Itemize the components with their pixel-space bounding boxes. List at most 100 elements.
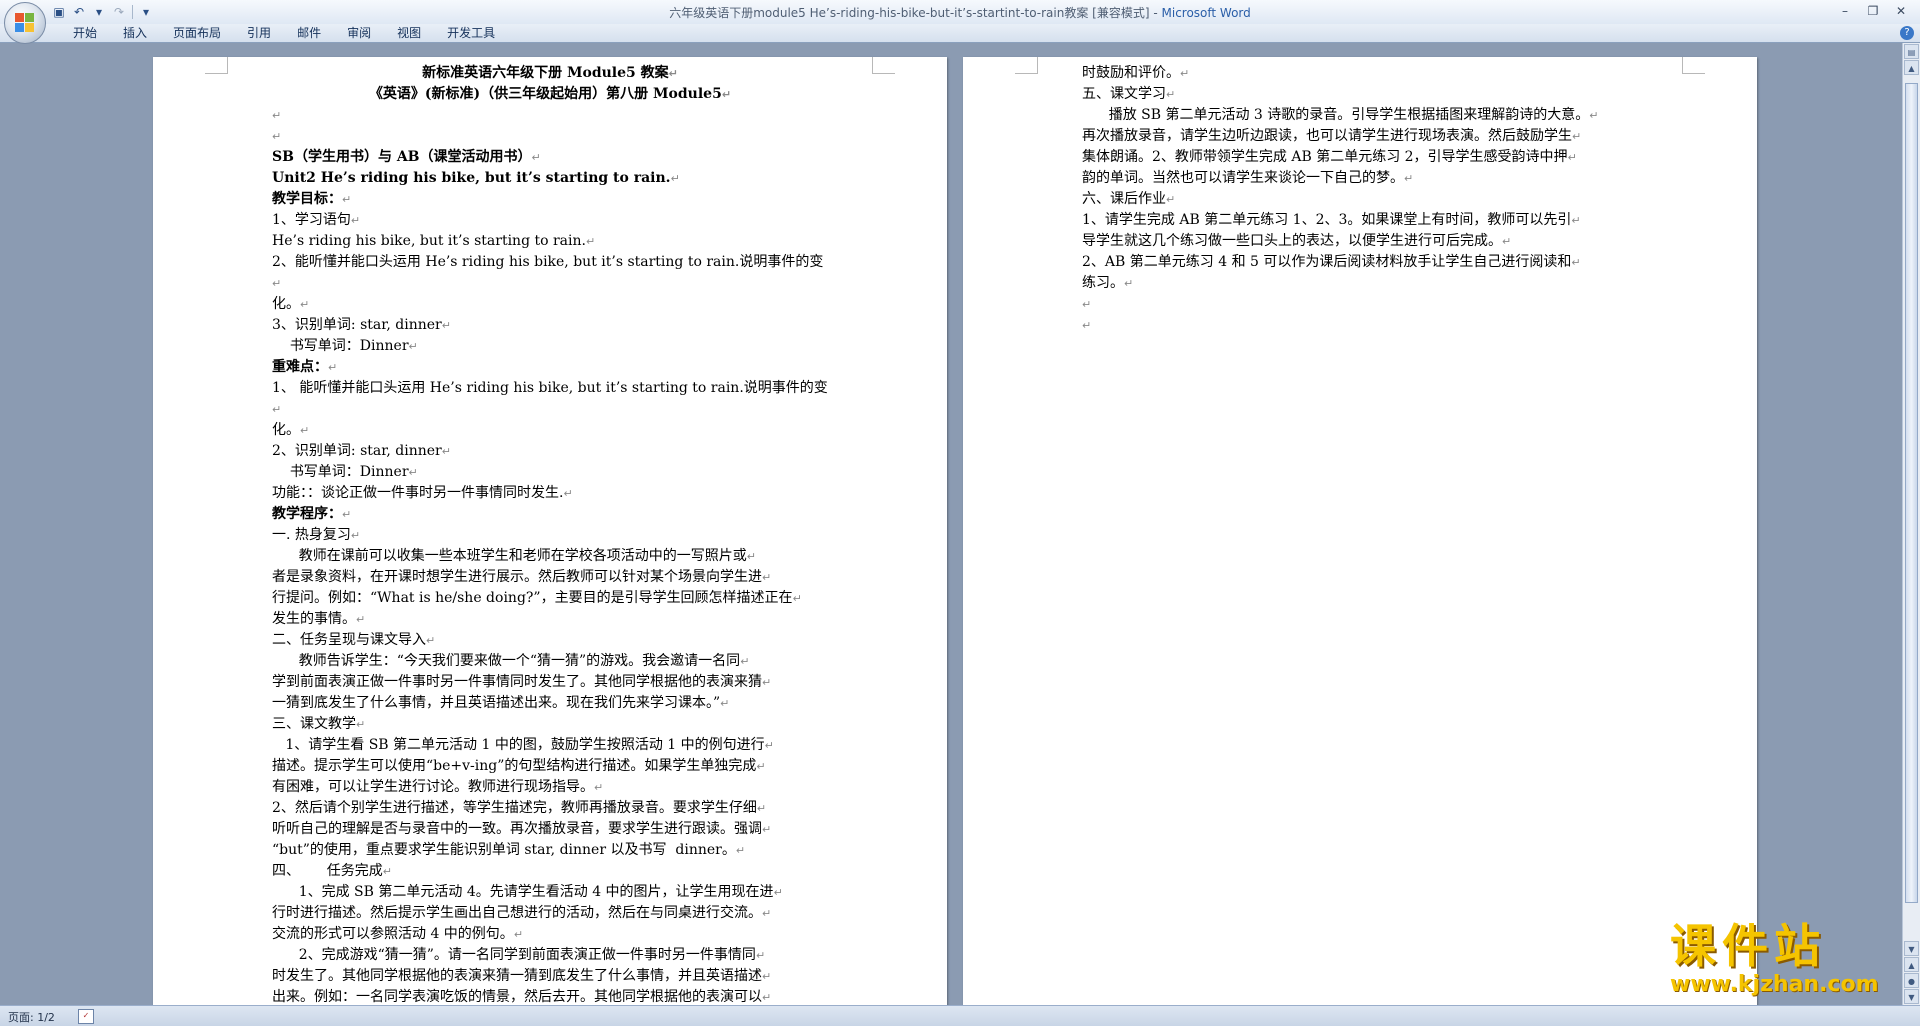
doc-line-text: 发生的事情。: [272, 611, 356, 627]
crop-mark: [872, 57, 895, 74]
doc-line-text: 功能：：谈论正做一件事时另一件事情同时发生.: [272, 485, 564, 501]
doc-paragraph: ↵: [272, 105, 828, 126]
page-2-body: 时鼓励和评价。↵ 五、课文学习↵ 播放 SB 第二单元活动 3 诗歌的录音。引导学…: [1082, 63, 1638, 336]
ribbon-tab[interactable]: 页面布局: [160, 26, 234, 40]
doc-title-line-2: 《英语》(新标准)（供三年级起始用）第八册 Module5: [368, 86, 722, 102]
doc-line-text: 2、识别单词: star, dinner: [272, 443, 442, 459]
doc-paragraph: 六、课后作业↵: [1082, 189, 1638, 210]
paragraph-mark: ↵: [342, 193, 352, 206]
page-2[interactable]: 时鼓励和评价。↵ 五、课文学习↵ 播放 SB 第二单元活动 3 诗歌的录音。引导学…: [963, 57, 1757, 1005]
doc-paragraph: 书写单词：Dinner↵: [272, 462, 828, 483]
status-bar: 页面: 1/2 ✓: [0, 1005, 1920, 1026]
doc-line-text: 导学生就这几个练习做一些口头上的表达，以便学生进行可后完成。: [1082, 233, 1502, 249]
paragraph-mark: ↵: [762, 676, 772, 689]
doc-line-text: 韵的单词。当然也可以请学生来谈论一下自己的梦。: [1082, 170, 1404, 186]
select-browse-object-icon[interactable]: ●: [1904, 973, 1919, 988]
paragraph-mark: ↵: [670, 172, 680, 185]
doc-paragraph: 播放 SB 第二单元活动 3 诗歌的录音。引导学生根据插图来理解韵诗的大意。↵: [1082, 105, 1638, 126]
scroll-up-icon[interactable]: ▲: [1904, 60, 1919, 75]
doc-line-text: 者是录象资料，在开课时想学生进行展示。然后教师可以针对某个场景向学生进: [272, 569, 762, 585]
doc-paragraph: 一. 热身复习↵: [272, 525, 828, 546]
doc-paragraph: 教师在课前可以收集一些本班学生和老师在学校各项活动中的一写照片或↵: [272, 546, 828, 567]
help-icon[interactable]: ?: [1900, 26, 1914, 40]
doc-line-text: 有困难，可以让学生进行讨论。教师进行现场指导。: [272, 779, 594, 795]
paragraph-mark: ↵: [792, 592, 802, 605]
doc-line-text: 描述。提示学生可以使用“be+v-ing”的句型结构进行描述。如果学生单独完成: [272, 758, 757, 774]
doc-line-text: 行提问。例如：“What is he/she doing?”，主要目的是引导学生…: [272, 590, 793, 606]
minimize-icon[interactable]: –: [1832, 2, 1858, 20]
doc-paragraph: SB（学生用书）与 AB（课堂活动用书）↵: [272, 147, 828, 168]
paragraph-mark: ↵: [272, 109, 282, 122]
crop-mark: [1682, 57, 1705, 74]
document-area[interactable]: 新标准英语六年级下册 Module5 教案↵ 《英语》(新标准)（供三年级起始用…: [0, 43, 1903, 1005]
page-1[interactable]: 新标准英语六年级下册 Module5 教案↵ 《英语》(新标准)（供三年级起始用…: [153, 57, 947, 1005]
ribbon-tab[interactable]: 开发工具: [434, 26, 508, 40]
watermark-logo-text: 课件站: [1670, 919, 1826, 973]
doc-line-text: 教师告诉学生：“今天我们要来做一个“猜一猜”的游戏。我会邀请一名同: [272, 653, 741, 669]
doc-line-text: SB（学生用书）与 AB（课堂活动用书）: [272, 149, 532, 165]
doc-paragraph: 1、学习语句↵: [272, 210, 828, 231]
paragraph-mark: ↵: [756, 802, 767, 815]
doc-paragraph: 发生的事情。↵: [272, 609, 828, 630]
paragraph-mark: ↵: [408, 340, 418, 353]
paragraph-mark: ↵: [746, 550, 756, 563]
scroll-down-icon[interactable]: ▼: [1904, 941, 1919, 956]
doc-paragraph: 2、AB 第二单元练习 4 和 5 可以作为课后阅读材料放手让学生自己进行阅读和…: [1082, 252, 1638, 273]
close-icon[interactable]: ✕: [1888, 2, 1914, 20]
next-page-icon[interactable]: ▼: [1904, 989, 1919, 1004]
doc-paragraph: 功能：：谈论正做一件事时另一件事情同时发生.↵: [272, 483, 828, 504]
paragraph-mark: ↵: [1166, 88, 1176, 101]
doc-paragraph: 一猜到底发生了什么事情，并且英语描述出来。现在我们先来学习课本。”↵: [272, 693, 828, 714]
proofing-icon[interactable]: ✓: [78, 1009, 94, 1024]
ribbon-tab[interactable]: 引用: [234, 26, 284, 40]
doc-line-text: 五、课文学习: [1082, 86, 1166, 102]
doc-paragraph: 导学生就这几个练习做一些口头上的表达，以便学生进行可后完成。↵: [1082, 231, 1638, 252]
paragraph-mark: ↵: [1571, 214, 1581, 227]
ruler-toggle-icon[interactable]: ▤: [1904, 44, 1919, 59]
ribbon-tab[interactable]: 开始: [60, 26, 110, 40]
paragraph-mark: ↵: [764, 739, 774, 752]
crop-mark: [205, 57, 228, 74]
doc-line-text: 六、课后作业: [1082, 191, 1166, 207]
ribbon-tab[interactable]: 插入: [110, 26, 160, 40]
paragraph-mark: ↵: [762, 970, 772, 983]
paragraph-mark: ↵: [756, 760, 766, 773]
doc-subtitle: 《英语》(新标准)（供三年级起始用）第八册 Module5↵: [272, 84, 828, 105]
paragraph-mark: ↵: [350, 214, 361, 227]
doc-line-text: 学到前面表演正做一件事时另一件事情同时发生了。其他同学根据他的表演来猜: [272, 674, 762, 690]
doc-paragraph: 练习。↵: [1082, 273, 1638, 294]
office-button[interactable]: [4, 2, 46, 44]
page-count[interactable]: 页面: 1/2: [8, 1009, 55, 1025]
doc-paragraph: 行提问。例如：“What is he/she doing?”，主要目的是引导学生…: [272, 588, 828, 609]
doc-line-text: 化。: [272, 422, 300, 438]
page-2-text: 时鼓励和评价。↵ 五、课文学习↵ 播放 SB 第二单元活动 3 诗歌的录音。引导学…: [1082, 63, 1638, 336]
app-name: Microsoft Word: [1161, 6, 1251, 20]
paragraph-mark: ↵: [382, 865, 392, 878]
doc-line-text: 播放 SB 第二单元活动 3 诗歌的录音。引导学生根据插图来理解韵诗的大意。: [1082, 107, 1590, 123]
restore-icon[interactable]: ❐: [1860, 2, 1886, 20]
doc-paragraph: 出来。例如：一名同学表演吃饭的情景，然后去开。其他同学根据他的表演可以↵: [272, 987, 828, 1005]
paragraph-mark: ↵: [350, 529, 361, 542]
ribbon-tab-bar: 开始 插入 页面布局 引用 邮件 审阅 视图 开发工具 ?: [0, 24, 1920, 43]
doc-line-text: 1、 能听懂并能口头运用 He’s riding his bike, but i…: [272, 380, 828, 396]
doc-paragraph: 学到前面表演正做一件事时另一件事情同时发生了。其他同学根据他的表演来猜↵: [272, 672, 828, 693]
ribbon-tab[interactable]: 视图: [384, 26, 434, 40]
doc-paragraph: “but”的使用，重点要求学生能识别单词 star, dinner 以及书写 d…: [272, 840, 828, 861]
doc-line-text: 1、学习语句: [272, 212, 351, 228]
doc-paragraph: 1、请学生看 SB 第二单元活动 1 中的图，鼓励学生按照活动 1 中的例句进行…: [272, 735, 828, 756]
paragraph-mark: ↵: [328, 361, 338, 374]
doc-paragraph: 者是录象资料，在开课时想学生进行展示。然后教师可以针对某个场景向学生进↵: [272, 567, 828, 588]
ribbon-tab[interactable]: 审阅: [334, 26, 384, 40]
vertical-scrollbar[interactable]: ▤ ▲ ▼ ▲ ● ▼: [1902, 43, 1920, 1005]
paragraph-mark: ↵: [1124, 277, 1134, 290]
paragraph-mark: ↵: [594, 781, 604, 794]
doc-line-text: Unit2 He’s riding his bike, but it’s sta…: [272, 170, 671, 186]
ribbon-tab[interactable]: 邮件: [284, 26, 334, 40]
doc-paragraph: 2、完成游戏“猜一猜”。请一名同学到前面表演正做一件事时另一件事情同↵: [272, 945, 828, 966]
doc-paragraph: 教师告诉学生：“今天我们要来做一个“猜一猜”的游戏。我会邀请一名同↵: [272, 651, 828, 672]
doc-line-text: 2、完成游戏“猜一猜”。请一名同学到前面表演正做一件事时另一件事情同: [272, 947, 756, 963]
doc-paragraph: 2、识别单词: star, dinner↵: [272, 441, 828, 462]
previous-page-icon[interactable]: ▲: [1904, 957, 1919, 972]
scroll-thumb[interactable]: [1905, 83, 1918, 903]
doc-paragraph: 重难点：↵: [272, 357, 828, 378]
